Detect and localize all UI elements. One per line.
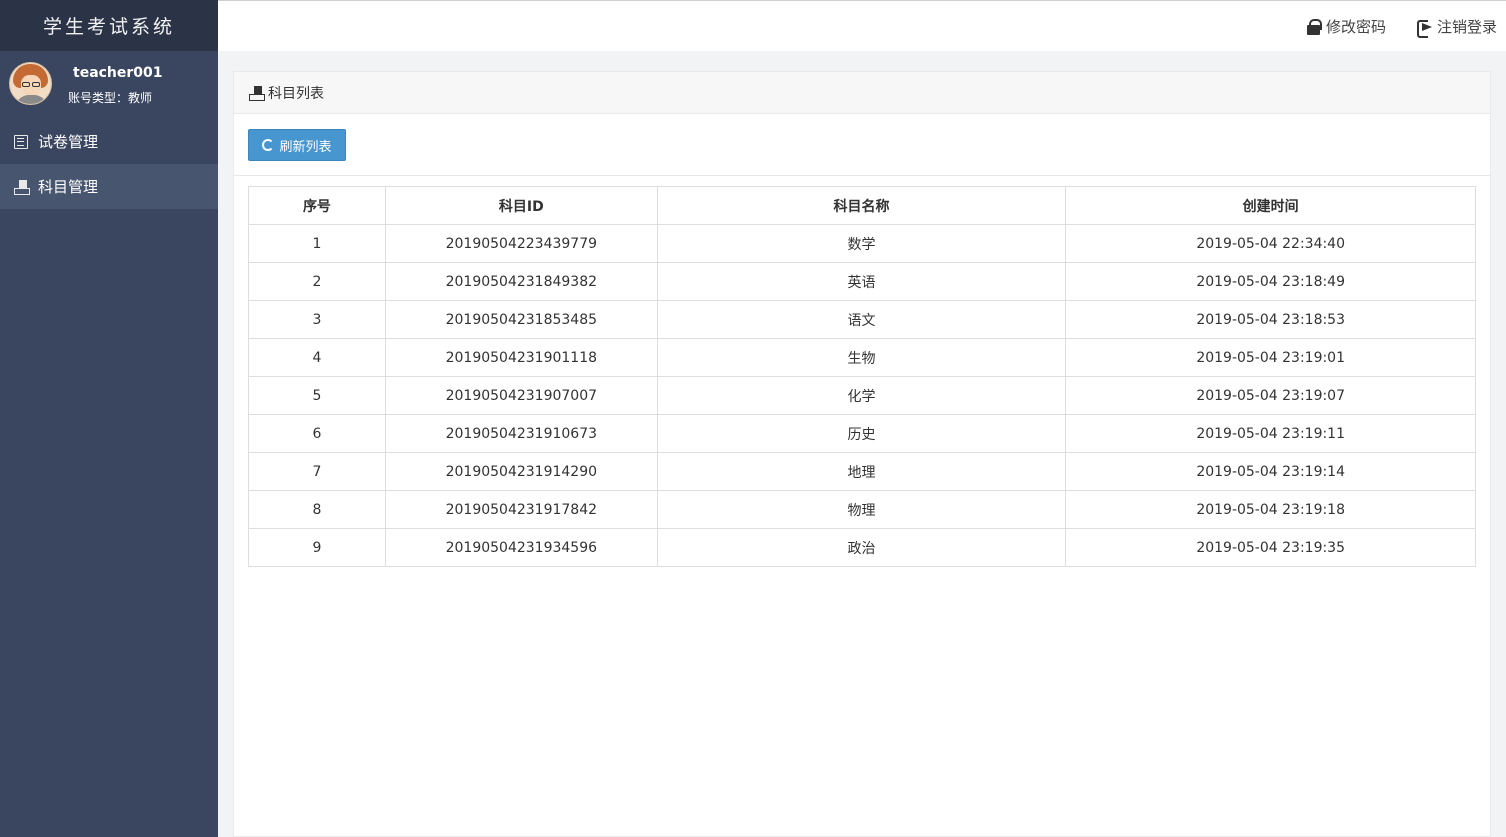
subject-list-panel: 科目列表 刷新列表 序号 科目ID 科目名称 创建时间 1 20190504223… <box>233 71 1491 837</box>
cell-index: 1 <box>248 224 386 263</box>
table-row: 1 20190504223439779 数学 2019-05-04 22:34:40 <box>248 224 1476 263</box>
cell-index: 9 <box>248 528 386 567</box>
change-password-label: 修改密码 <box>1326 18 1387 36</box>
cell-subject-id: 20190504231934596 <box>384 528 658 567</box>
list-icon <box>14 134 28 149</box>
lock-icon <box>1307 18 1322 35</box>
cell-subject-name: 英语 <box>656 262 1067 301</box>
table-row: 2 20190504231849382 英语 2019-05-04 23:18:49 <box>248 262 1476 301</box>
table-row: 5 20190504231907007 化学 2019-05-04 23:19:07 <box>248 376 1476 415</box>
cell-subject-id: 20190504223439779 <box>384 224 658 263</box>
cell-subject-name: 化学 <box>656 376 1067 415</box>
table-row: 3 20190504231853485 语文 2019-05-04 23:18:53 <box>248 300 1476 339</box>
cell-index: 7 <box>248 452 386 491</box>
cell-created-time: 2019-05-04 23:18:49 <box>1065 262 1476 301</box>
username: teacher001 <box>73 65 163 81</box>
user-info: teacher001 账号类型：教师 <box>0 51 218 119</box>
cell-subject-id: 20190504231914290 <box>384 452 658 491</box>
change-password-link[interactable]: 修改密码 <box>1307 16 1386 37</box>
column-header-subject-id: 科目ID <box>384 186 658 225</box>
cell-subject-id: 20190504231853485 <box>384 300 658 339</box>
sidebar-item-subject-management[interactable]: 科目管理 <box>0 164 218 209</box>
cell-subject-name: 生物 <box>656 338 1067 377</box>
logout-link[interactable]: 注销登录 <box>1417 16 1498 38</box>
topbar: 修改密码 注销登录 <box>218 0 1506 51</box>
sidebar: 学生考试系统 teacher001 账号类型：教师 试卷管理 科目管理 <box>0 0 218 837</box>
cell-subject-name: 物理 <box>656 490 1067 529</box>
cell-subject-name: 政治 <box>656 528 1067 567</box>
cell-created-time: 2019-05-04 23:19:14 <box>1065 452 1476 491</box>
logout-label: 注销登录 <box>1437 18 1498 36</box>
table-row: 9 20190504231934596 政治 2019-05-04 23:19:35 <box>248 528 1476 567</box>
cell-created-time: 2019-05-04 23:19:35 <box>1065 528 1476 567</box>
cell-index: 3 <box>248 300 386 339</box>
subject-table: 序号 科目ID 科目名称 创建时间 1 20190504223439779 数学 20… <box>248 186 1476 567</box>
cell-subject-id: 20190504231910673 <box>384 414 658 453</box>
panel-header: 科目列表 <box>234 72 1490 114</box>
refresh-icon <box>262 139 275 151</box>
sign-out-icon <box>1417 19 1432 38</box>
sidebar-item-exam-management[interactable]: 试卷管理 <box>0 119 218 164</box>
column-header-subject-name: 科目名称 <box>656 186 1067 225</box>
cell-index: 6 <box>248 414 386 453</box>
cell-index: 5 <box>248 376 386 415</box>
sidebar-item-label: 科目管理 <box>38 178 99 196</box>
cell-subject-id: 20190504231907007 <box>384 376 658 415</box>
cell-index: 4 <box>248 338 386 377</box>
table-header-row: 序号 科目ID 科目名称 创建时间 <box>248 186 1476 225</box>
cell-subject-name: 历史 <box>656 414 1067 453</box>
cell-subject-id: 20190504231917842 <box>384 490 658 529</box>
cell-subject-name: 语文 <box>656 300 1067 339</box>
refresh-label: 刷新列表 <box>279 139 332 155</box>
cell-subject-id: 20190504231901118 <box>384 338 658 377</box>
cell-created-time: 2019-05-04 23:19:01 <box>1065 338 1476 377</box>
column-header-created-time: 创建时间 <box>1065 186 1476 225</box>
cell-created-time: 2019-05-04 22:34:40 <box>1065 224 1476 263</box>
account-type: 账号类型：教师 <box>68 91 153 105</box>
app-title: 学生考试系统 <box>0 0 218 51</box>
subject-icon <box>249 85 265 101</box>
cell-subject-id: 20190504231849382 <box>384 262 658 301</box>
cell-index: 8 <box>248 490 386 529</box>
table-row: 4 20190504231901118 生物 2019-05-04 23:19:01 <box>248 338 1476 377</box>
cell-created-time: 2019-05-04 23:19:18 <box>1065 490 1476 529</box>
cell-subject-name: 数学 <box>656 224 1067 263</box>
cell-created-time: 2019-05-04 23:18:53 <box>1065 300 1476 339</box>
toolbar: 刷新列表 <box>234 114 1490 176</box>
avatar <box>9 62 52 105</box>
table-row: 6 20190504231910673 历史 2019-05-04 23:19:11 <box>248 414 1476 453</box>
subject-icon <box>14 179 30 195</box>
cell-subject-name: 地理 <box>656 452 1067 491</box>
cell-created-time: 2019-05-04 23:19:07 <box>1065 376 1476 415</box>
table-row: 8 20190504231917842 物理 2019-05-04 23:19:18 <box>248 490 1476 529</box>
panel-title: 科目列表 <box>268 85 324 102</box>
refresh-list-button[interactable]: 刷新列表 <box>248 129 346 161</box>
table-row: 7 20190504231914290 地理 2019-05-04 23:19:14 <box>248 452 1476 491</box>
sidebar-item-label: 试卷管理 <box>38 133 99 151</box>
column-header-index: 序号 <box>248 186 386 225</box>
cell-created-time: 2019-05-04 23:19:11 <box>1065 414 1476 453</box>
cell-index: 2 <box>248 262 386 301</box>
